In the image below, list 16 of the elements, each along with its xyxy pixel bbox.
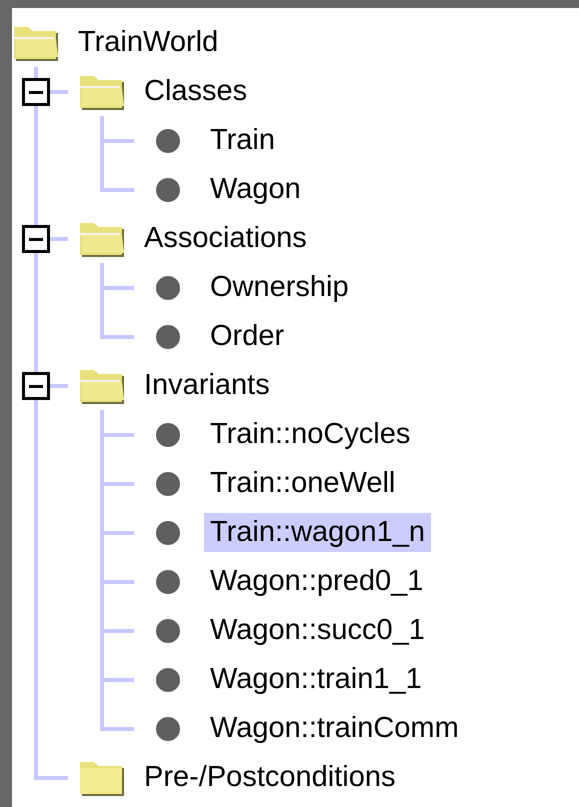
tree-node-label[interactable]: Train::oneWell (204, 464, 402, 503)
tree-node-label[interactable]: Wagon::succ0_1 (204, 611, 431, 650)
tree-node-label[interactable]: Wagon::train1_1 (204, 660, 428, 699)
tree-node-label[interactable]: Order (204, 317, 290, 356)
tree-node-label[interactable]: Pre-/Postconditions (138, 758, 402, 797)
tree-node-label[interactable]: Associations (138, 219, 313, 258)
tree-node-label[interactable]: Wagon (204, 170, 307, 209)
tree-node-label[interactable]: Wagon::trainComm (204, 709, 465, 748)
tree-node-label[interactable]: Classes (138, 72, 254, 111)
tree-node-label[interactable]: Wagon::pred0_1 (204, 562, 430, 601)
tree-node-label[interactable]: TrainWorld (72, 23, 224, 62)
tree-node-label[interactable]: Train::noCycles (204, 415, 416, 454)
tree-node-label[interactable]: Train (204, 121, 281, 160)
tree-node-label[interactable]: Ownership (204, 268, 355, 307)
tree-node-label[interactable]: Train::wagon1_n (204, 513, 431, 552)
tree-node-label[interactable]: Invariants (138, 366, 276, 405)
